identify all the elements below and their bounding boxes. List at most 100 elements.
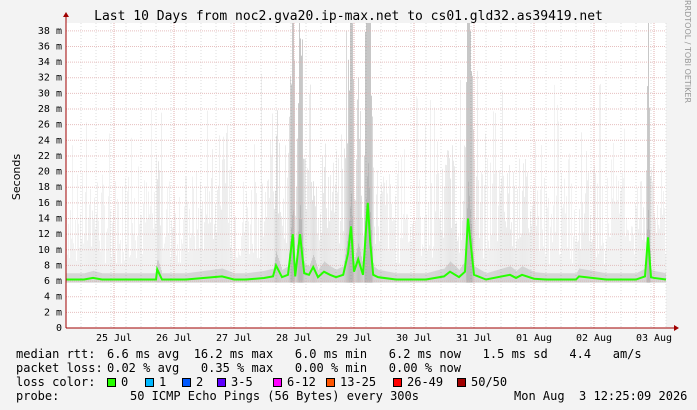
smoke-column xyxy=(418,201,419,283)
smoke-column xyxy=(82,172,83,283)
smoke-column xyxy=(503,175,504,283)
y-tick-label: 30 m xyxy=(38,88,62,99)
smoke-column xyxy=(438,173,439,283)
loss-color-swatch xyxy=(182,378,191,387)
smoke-column xyxy=(544,177,545,283)
smoke-column xyxy=(140,214,141,283)
smoke-column xyxy=(586,151,587,283)
smoke-core xyxy=(299,218,300,283)
smoke-core xyxy=(403,273,404,283)
smoke-column xyxy=(537,190,538,283)
smoke-column xyxy=(335,183,336,283)
smoke-column xyxy=(618,180,619,283)
smoke-core xyxy=(139,273,140,283)
smoke-core xyxy=(563,273,564,283)
smoke-column xyxy=(557,104,558,283)
smoke-column xyxy=(611,159,612,283)
smoke-column xyxy=(391,203,392,283)
loss-color-swatch xyxy=(457,378,466,387)
smoke-column xyxy=(268,179,269,283)
smoke-core xyxy=(415,273,416,283)
smoke-core xyxy=(587,269,588,283)
smoke-core xyxy=(109,273,110,283)
smoke-column xyxy=(635,203,636,283)
smoke-column xyxy=(478,180,479,283)
smoke-column xyxy=(377,170,378,283)
probe-label: probe: xyxy=(16,389,60,403)
smoke-core xyxy=(231,272,232,283)
smoke-core xyxy=(229,271,230,283)
smoke-core xyxy=(367,176,368,283)
smoke-core xyxy=(167,273,168,283)
smoke-core xyxy=(125,273,126,283)
smoke-core xyxy=(389,271,390,283)
smoke-core xyxy=(493,271,494,283)
y-tick-label: 12 m xyxy=(38,229,62,240)
smoke-core xyxy=(91,271,92,283)
smoke-core xyxy=(655,271,656,283)
smoke-core xyxy=(637,272,638,283)
smoke-column xyxy=(622,172,623,283)
smoke-column xyxy=(612,198,613,283)
smoke-column xyxy=(108,196,109,283)
smoke-column xyxy=(122,187,123,283)
smoke-core xyxy=(539,272,540,283)
smoke-core xyxy=(121,273,122,283)
smoke-column xyxy=(624,128,625,283)
smoke-column xyxy=(198,208,199,283)
smoke-column xyxy=(144,180,145,283)
smoke-column xyxy=(227,124,228,283)
x-tick-label: 25 Jul xyxy=(96,333,132,344)
smoke-column xyxy=(185,176,186,283)
smoke-core xyxy=(77,273,78,283)
smoke-column xyxy=(404,149,405,283)
smoke-core xyxy=(605,273,606,283)
smoke-column xyxy=(207,110,208,283)
smoke-core xyxy=(93,270,94,283)
smoke-column xyxy=(193,188,194,283)
smoke-column xyxy=(403,214,404,283)
smoke-column xyxy=(131,137,132,283)
y-tick-label: 14 m xyxy=(38,214,62,225)
loss-label: packet loss: xyxy=(16,361,103,375)
smoke-column xyxy=(444,186,445,283)
y-tick-label: 20 m xyxy=(38,167,62,178)
smoke-core xyxy=(87,272,88,283)
smoke-column xyxy=(109,133,110,283)
smoke-core xyxy=(595,271,596,283)
smoke-column xyxy=(494,173,495,283)
smoke-core xyxy=(193,272,194,283)
smoke-column xyxy=(460,79,461,283)
smoke-column xyxy=(620,191,621,283)
smoke-core xyxy=(541,272,542,283)
smoke-core xyxy=(607,273,608,283)
y-tick-label: 22 m xyxy=(38,151,62,162)
smoke-core xyxy=(589,270,590,283)
smoke-column xyxy=(154,192,155,283)
smoke-column xyxy=(167,187,168,283)
smoke-core xyxy=(199,271,200,283)
smoke-column xyxy=(532,205,533,283)
smoke-column xyxy=(322,156,323,283)
loss-color-label-item: 3-5 xyxy=(231,375,253,389)
smoke-column xyxy=(310,84,311,283)
smoke-column xyxy=(184,206,185,283)
smoke-column xyxy=(574,209,575,283)
smoke-core xyxy=(487,272,488,283)
rtt-label: median rtt: xyxy=(16,347,96,361)
smoke-core xyxy=(393,272,394,283)
y-tick-label: 2 m xyxy=(44,307,62,318)
y-tick-label: 0 xyxy=(56,323,62,334)
smoke-column xyxy=(70,210,71,283)
smoke-column xyxy=(571,183,572,283)
smoke-column xyxy=(554,84,555,283)
smoke-core xyxy=(591,270,592,283)
smoke-column xyxy=(103,184,104,283)
x-tick-label: 28 Jul xyxy=(276,333,312,344)
smoke-core xyxy=(623,273,624,283)
smoke-core xyxy=(183,273,184,283)
smoke-column xyxy=(526,176,527,283)
smoke-column xyxy=(615,202,616,283)
smoke-column xyxy=(599,85,600,283)
smoke-core xyxy=(609,273,610,283)
